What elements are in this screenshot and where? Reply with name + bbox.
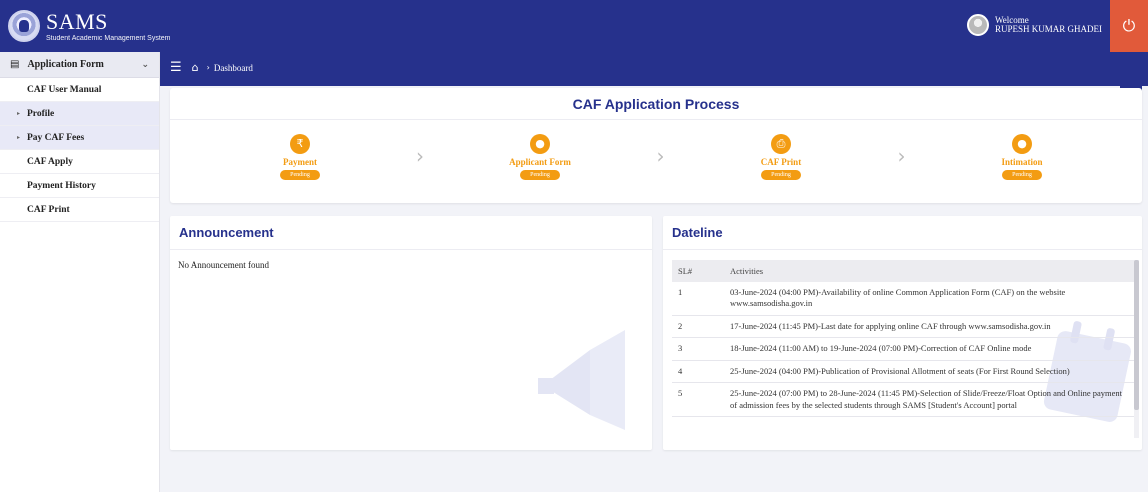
table-header-row: SL# Activities [672,260,1135,282]
sidebar-item-profile[interactable]: ▸ Profile [0,102,159,126]
user-name: RUPESH KUMAR GHADEI [994,24,1102,34]
sidebar-item-label: CAF Print [27,204,70,215]
sidebar-item-label: Profile [27,108,55,119]
chevron-right-icon: › [416,144,424,168]
table-row: 1 03-June-2024 (04:00 PM)-Availability of… [672,282,1135,316]
row-sl: 5 [672,382,724,418]
process-step[interactable]: ● Applicant Form Pending [480,134,600,180]
announcement-panel: Announcement No Announcement found [170,216,652,450]
breadcrumb-separator-icon: › [206,63,210,72]
user-profile[interactable]: Welcome RUPESH KUMAR GHADEI [966,14,1102,36]
row-sl: 1 [672,282,724,316]
sidebar-item-label: CAF User Manual [27,84,102,95]
caf-process-card: CAF Application Process ₹ Payment Pending ›… [170,88,1142,203]
power-icon: ⏻ [1122,16,1136,35]
sidebar-item-payment-history[interactable]: Payment History [0,174,159,198]
avatar [966,14,989,36]
table-row: 2 17-June-2024 (11:45 PM)-Last date for a… [672,315,1135,339]
brand-name: SAMS [46,8,108,34]
row-activity: 17-June-2024 (11:45 PM)-Last date for ap… [724,315,1135,339]
hamburger-menu-icon[interactable]: ☰ [170,60,182,75]
announcement-empty-text: No Announcement found [178,260,269,270]
sidebar-item-caf-apply[interactable]: CAF Apply [0,150,159,174]
column-header-sl: SL# [672,260,724,282]
top-header: SAMS Student Academic Management System … [0,0,1148,52]
row-activity: 03-June-2024 (04:00 PM)-Availability of … [724,282,1135,316]
row-activity: 25-June-2024 (04:00 PM)-Publication of P… [724,360,1135,384]
dateline-scrollbar[interactable] [1134,260,1139,438]
chevron-right-icon: › [656,144,665,168]
row-sl: 2 [672,315,724,339]
status-badge: Pending [520,170,560,180]
caret-right-icon: ▸ [17,134,21,141]
dateline-table: SL# Activities 1 03-June-2024 (04:00 PM)-… [672,260,1135,418]
sidebar-head-label: Application Form [27,59,104,70]
status-badge: Pending [280,170,320,180]
caret-right-icon: ▸ [17,110,21,117]
chevron-right-icon: › [897,144,906,168]
step-label: Applicant Form [509,157,571,167]
status-badge: Pending [761,170,801,180]
row-activity: 18-June-2024 (11:00 AM) to 19-June-2024 … [724,337,1135,361]
scrollbar-thumb[interactable] [1134,260,1139,410]
sidebar-menu-application-form[interactable]: ▤ Application Form ⌄ [0,52,159,78]
sidebar-item-caf-print[interactable]: CAF Print [0,198,159,222]
dateline-title: Dateline [663,216,1142,250]
sidebar-item-label: Payment History [27,180,96,191]
state-emblem-icon [8,10,40,42]
home-icon[interactable]: ⌂ [192,61,199,74]
step-icon: ⎙ [771,134,791,154]
process-step[interactable]: ₹ Payment Pending [240,134,360,180]
sidebar: ▤ Application Form ⌄ CAF User Manual ▸ Pro… [0,52,160,492]
sidebar-item-caf-user-manual[interactable]: CAF User Manual [0,78,159,102]
step-icon: ● [530,134,550,154]
table-row: 5 25-June-2024 (07:00 PM) to 28-June-2024… [672,382,1135,418]
brand[interactable]: SAMS Student Academic Management System [8,6,171,46]
row-sl: 4 [672,360,724,384]
process-step[interactable]: ⎙ CAF Print Pending [721,134,841,180]
row-sl: 3 [672,337,724,361]
megaphone-watermark-icon [538,330,625,430]
step-icon: ₹ [290,134,310,154]
brand-subtitle: Student Academic Management System [46,34,171,42]
chevron-down-icon: ⌄ [141,59,149,70]
table-row: 4 25-June-2024 (04:00 PM)-Publication of … [672,360,1135,384]
table-row: 3 18-June-2024 (11:00 AM) to 19-June-2024… [672,337,1135,361]
process-step[interactable]: ● Intimation Pending [962,134,1082,180]
process-steps: ₹ Payment Pending › ● Applicant Form Pending › ⎙… [170,134,1142,186]
breadcrumb-current: Dashboard [213,62,253,73]
sidebar-item-label: CAF Apply [27,156,73,167]
dateline-panel: Dateline SL# Activities 1 03-June-2024 (0… [663,216,1142,450]
status-badge: Pending [1002,170,1042,180]
list-icon: ▤ [10,59,20,70]
step-label: Payment [283,157,317,167]
process-title: CAF Application Process [170,88,1142,120]
sidebar-item-pay-caf-fees[interactable]: ▸ Pay CAF Fees [0,126,159,150]
step-label: Intimation [1001,157,1043,167]
breadcrumb: ☰ ⌂ › Dashboard [170,60,253,75]
step-label: CAF Print [760,157,802,167]
sidebar-item-label: Pay CAF Fees [27,132,85,143]
row-activity: 25-June-2024 (07:00 PM) to 28-June-2024 … [724,382,1135,418]
step-icon: ● [1012,134,1032,154]
column-header-activities: Activities [724,260,1135,282]
announcement-title: Announcement [170,216,652,250]
breadcrumb-bar: ☰ ⌂ › Dashboard [160,52,1148,86]
logout-button[interactable]: ⏻ [1110,0,1148,52]
